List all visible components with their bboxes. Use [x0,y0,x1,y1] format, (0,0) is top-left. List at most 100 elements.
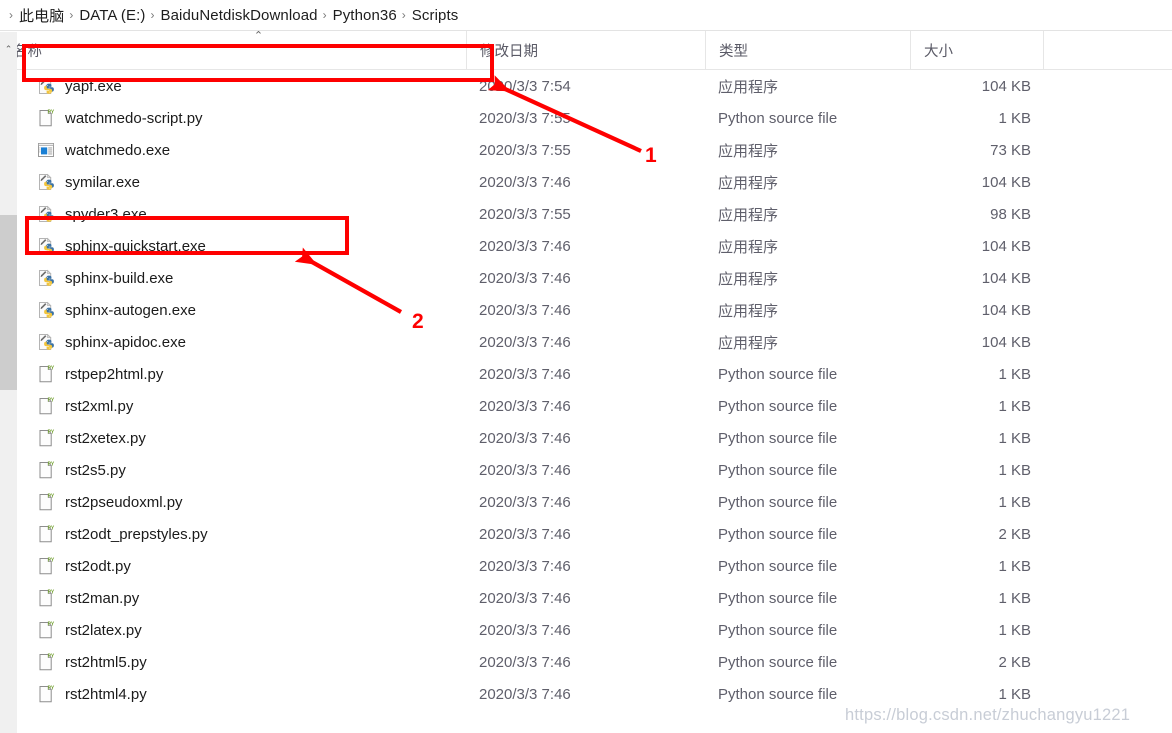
file-row[interactable]: sphinx-autogen.exe 2020/3/3 7:46 应用程序 104 K… [0,294,1172,326]
file-name-cell[interactable]: PY rst2s5.py [0,460,466,480]
file-name-cell[interactable]: PY rst2html4.py [0,684,466,704]
file-size-cell: 1 KB [998,461,1031,479]
breadcrumb-item[interactable]: DATA (E:) [79,7,145,24]
file-row[interactable]: watchmedo.exe 2020/3/3 7:55 应用程序 73 KB [0,134,1172,166]
file-name-cell[interactable]: PY rst2latex.py [0,620,466,640]
file-name-cell[interactable]: sphinx-apidoc.exe [0,332,466,352]
file-row[interactable]: sphinx-quickstart.exe 2020/3/3 7:46 应用程序 10… [0,230,1172,262]
file-name-label: symilar.exe [65,173,141,191]
python-source-icon: PY [36,524,56,544]
file-name-cell[interactable]: PY rstpep2html.py [0,364,466,384]
file-date-cell: 2020/3/3 7:55 [479,205,571,223]
file-size-cell: 1 KB [998,365,1031,383]
file-date-cell: 2020/3/3 7:46 [479,589,571,607]
file-name-cell[interactable]: PY rst2xml.py [0,396,466,416]
column-header-row: 名称 ⌃ 修改日期 类型 大小 [0,31,1172,70]
file-name-cell[interactable]: watchmedo.exe [0,140,466,160]
file-size-cell: 73 KB [990,141,1031,159]
file-row[interactable]: PY rst2latex.py 2020/3/3 7:46 Python source… [0,614,1172,646]
svg-text:PY: PY [48,590,55,596]
file-name-label: rst2s5.py [65,461,126,479]
file-type-cell: Python source file [718,621,838,639]
file-name-label: rst2man.py [65,589,140,607]
file-type-cell: 应用程序 [718,206,779,224]
column-header-date[interactable]: 修改日期 [466,31,705,69]
file-name-cell[interactable]: PY rst2xetex.py [0,428,466,448]
column-header-name[interactable]: 名称 ⌃ [0,31,466,69]
file-name-cell[interactable]: PY rst2man.py [0,588,466,608]
file-row[interactable]: PY rst2xml.py 2020/3/3 7:46 Python source f… [0,390,1172,422]
file-name-label: rst2odt_prepstyles.py [65,525,208,543]
breadcrumb-item[interactable]: 此电脑 [19,5,64,26]
file-name-cell[interactable]: PY rst2odt_prepstyles.py [0,524,466,544]
file-row[interactable]: PY watchmedo-script.py 2020/3/3 7:55 Python… [0,102,1172,134]
file-name-label: spyder3.exe [65,205,147,223]
file-name-cell[interactable]: sphinx-quickstart.exe [0,236,466,256]
python-source-icon: PY [36,588,56,608]
file-type-cell: Python source file [718,557,838,575]
svg-text:PY: PY [48,366,55,372]
file-row[interactable]: PY rst2pseudoxml.py 2020/3/3 7:46 Python so… [0,486,1172,518]
column-header-size[interactable]: 大小 [910,31,1043,69]
file-date-cell: 2020/3/3 7:46 [479,493,571,511]
file-row[interactable]: sphinx-apidoc.exe 2020/3/3 7:46 应用程序 104 KB [0,326,1172,358]
file-name-label: sphinx-autogen.exe [65,301,196,319]
vertical-scrollbar[interactable]: ⌃ [0,32,17,733]
file-date-cell: 2020/3/3 7:55 [479,141,571,159]
file-type-cell: 应用程序 [718,238,779,256]
file-type-cell: Python source file [718,461,838,479]
file-name-cell[interactable]: spyder3.exe [0,204,466,224]
file-row[interactable]: symilar.exe 2020/3/3 7:46 应用程序 104 KB [0,166,1172,198]
breadcrumb-separator: › [69,8,74,22]
file-row[interactable]: yapf.exe 2020/3/3 7:54 应用程序 104 KB [0,70,1172,102]
file-type-cell: Python source file [718,589,838,607]
file-name-cell[interactable]: sphinx-build.exe [0,268,466,288]
file-row[interactable]: PY rst2man.py 2020/3/3 7:46 Python source f… [0,582,1172,614]
breadcrumb-separator: › [322,8,327,22]
file-type-cell: 应用程序 [718,302,779,320]
file-type-cell: Python source file [718,109,838,127]
file-name-cell[interactable]: symilar.exe [0,172,466,192]
file-date-cell: 2020/3/3 7:46 [479,429,571,447]
file-name-cell[interactable]: yapf.exe [0,76,466,96]
file-name-cell[interactable]: sphinx-autogen.exe [0,300,466,320]
file-size-cell: 104 KB [981,301,1031,319]
file-row[interactable]: sphinx-build.exe 2020/3/3 7:46 应用程序 104 KB [0,262,1172,294]
file-row[interactable]: PY rst2xetex.py 2020/3/3 7:46 Python source… [0,422,1172,454]
python-source-icon: PY [36,396,56,416]
file-size-cell: 1 KB [998,109,1031,127]
file-row[interactable]: PY rst2s5.py 2020/3/3 7:46 Python source fi… [0,454,1172,486]
file-row[interactable]: PY rstpep2html.py 2020/3/3 7:46 Python sour… [0,358,1172,390]
file-row[interactable]: PY rst2odt.py 2020/3/3 7:46 Python source f… [0,550,1172,582]
file-date-cell: 2020/3/3 7:46 [479,365,571,383]
file-name-cell[interactable]: PY rst2pseudoxml.py [0,492,466,512]
file-name-label: rst2xml.py [65,397,134,415]
scrollbar-thumb[interactable] [0,215,17,390]
breadcrumb[interactable]: › 此电脑 › DATA (E:) › BaiduNetdiskDownload › Pyth… [0,0,1172,31]
file-row[interactable]: spyder3.exe 2020/3/3 7:55 应用程序 98 KB [0,198,1172,230]
breadcrumb-item[interactable]: Scripts [412,7,459,24]
file-row[interactable]: PY rst2html5.py 2020/3/3 7:46 Python source… [0,646,1172,678]
file-size-cell: 104 KB [981,77,1031,95]
scroll-up-icon[interactable]: ⌃ [0,41,17,58]
file-type-cell: 应用程序 [718,334,779,352]
watermark: https://blog.csdn.net/zhuchangyu1221 [845,706,1131,724]
breadcrumb-item[interactable]: Python36 [333,7,397,24]
file-name-cell[interactable]: PY rst2html5.py [0,652,466,672]
svg-text:PY: PY [48,430,55,436]
application-icon [36,140,56,160]
file-name-label: rstpep2html.py [65,365,164,383]
breadcrumb-item[interactable]: BaiduNetdiskDownload [161,7,318,24]
python-source-icon: PY [36,620,56,640]
file-name-label: watchmedo-script.py [65,109,203,127]
file-name-cell[interactable]: PY watchmedo-script.py [0,108,466,128]
file-row[interactable]: PY rst2odt_prepstyles.py 2020/3/3 7:46 Pyth… [0,518,1172,550]
file-name-label: rst2latex.py [65,621,142,639]
column-header-type[interactable]: 类型 [705,31,910,69]
file-size-cell: 104 KB [981,333,1031,351]
file-type-cell: Python source file [718,429,838,447]
python-source-icon: PY [36,684,56,704]
file-name-label: rst2xetex.py [65,429,146,447]
file-name-label: rst2html4.py [65,685,147,703]
file-name-cell[interactable]: PY rst2odt.py [0,556,466,576]
